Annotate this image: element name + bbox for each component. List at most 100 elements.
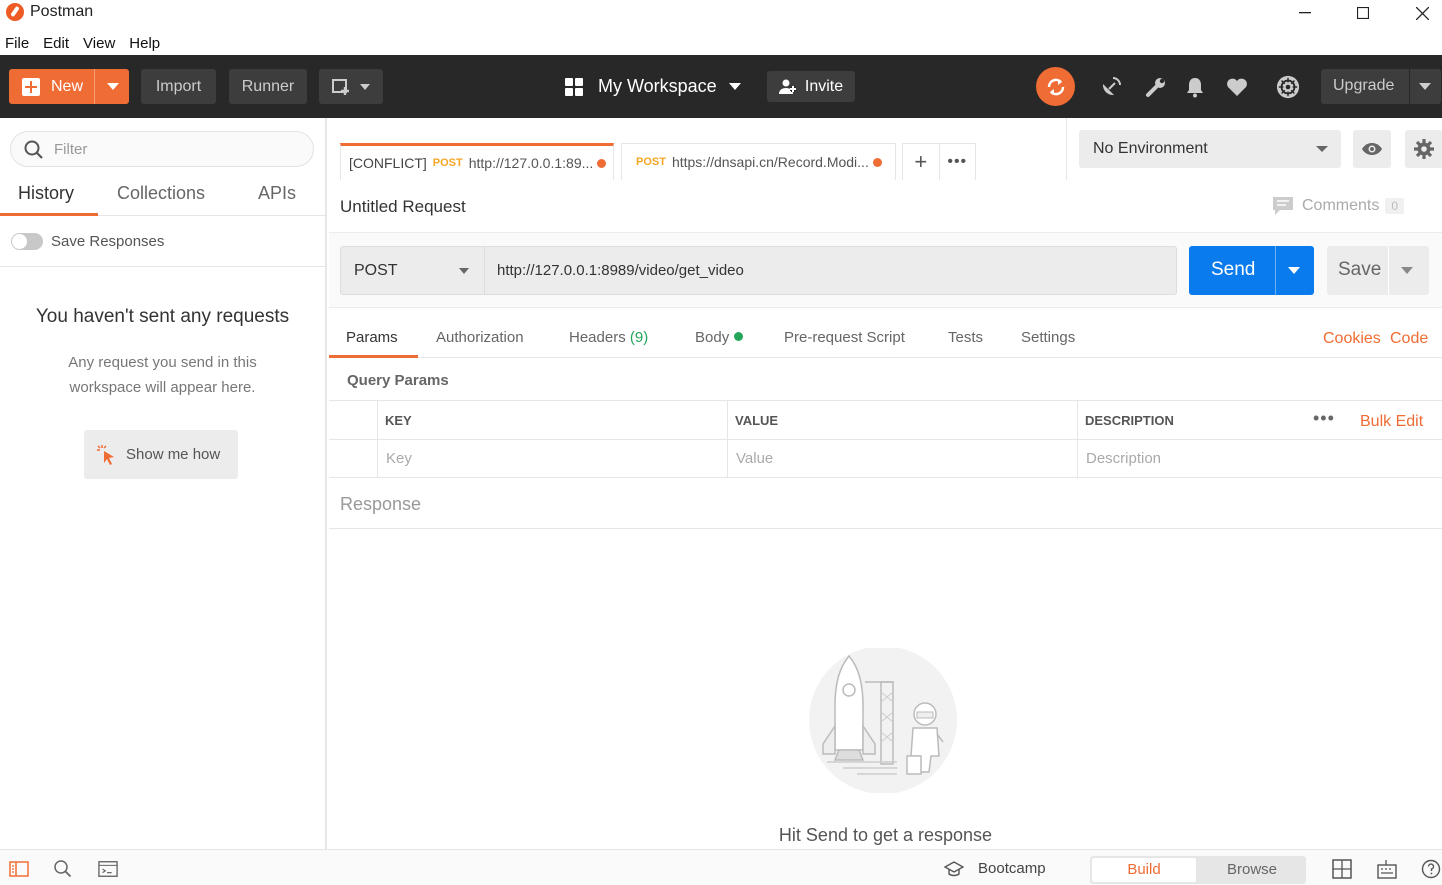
description-input[interactable]: Description: [1086, 450, 1161, 467]
help-icon[interactable]: [1421, 859, 1441, 879]
wrench-icon[interactable]: [1144, 75, 1168, 99]
response-empty-hint: Hit Send to get a response: [778, 825, 993, 845]
runner-button[interactable]: Runner: [229, 69, 307, 104]
rocket-astronaut-illustration: [809, 648, 957, 793]
bootcamp-button[interactable]: Bootcamp: [944, 860, 1046, 877]
body-status-dot-icon: [734, 332, 744, 341]
app-header: New Import Runner My Workspace Invite Up…: [0, 55, 1442, 118]
tab-authorization[interactable]: Authorization: [436, 329, 524, 346]
environment-select[interactable]: No Environment: [1079, 130, 1341, 168]
response-header: Response: [329, 478, 1442, 529]
new-window-button[interactable]: [319, 69, 383, 104]
value-input[interactable]: Value: [736, 450, 773, 467]
method-select[interactable]: POST: [340, 246, 485, 295]
filter-input[interactable]: Filter: [10, 131, 314, 167]
environment-quick-look-button[interactable]: [1353, 130, 1391, 168]
sync-icon[interactable]: [1036, 67, 1075, 106]
save-responses-toggle[interactable]: [11, 233, 43, 250]
tab-prerequest-script[interactable]: Pre-request Script: [784, 329, 905, 346]
title-bar: Postman: [0, 0, 1442, 28]
tab-params[interactable]: Params: [346, 329, 398, 346]
url-input[interactable]: http://127.0.0.1:8989/video/get_video: [484, 246, 1177, 295]
show-me-how-button[interactable]: Show me how: [84, 430, 238, 479]
tab-tests[interactable]: Tests: [948, 329, 983, 346]
request-tab-active[interactable]: [CONFLICT] POST http://127.0.0.1:89...: [340, 143, 614, 180]
tab-actions: + •••: [902, 143, 976, 180]
comment-icon: [1273, 197, 1293, 215]
response-label: Response: [340, 494, 422, 514]
chevron-down-icon: [1316, 146, 1328, 152]
sidebar-tabs: History Collections APIs: [0, 180, 325, 216]
send-button[interactable]: Send: [1189, 246, 1314, 295]
tab-history[interactable]: History: [18, 183, 74, 204]
avatar-icon[interactable]: [1276, 75, 1300, 99]
menu-view[interactable]: View: [78, 35, 120, 52]
save-responses-label: Save Responses: [51, 233, 165, 250]
upgrade-chevron-icon[interactable]: [1419, 83, 1431, 90]
save-dropdown-chevron-icon[interactable]: [1401, 267, 1413, 274]
keyboard-shortcuts-icon[interactable]: [1377, 859, 1397, 879]
maximize-icon[interactable]: [1334, 0, 1392, 26]
graduation-cap-icon: [944, 860, 964, 876]
chevron-down-icon: [459, 268, 469, 274]
status-bar: Bootcamp Build Browse: [0, 849, 1442, 885]
bulk-edit-link[interactable]: Bulk Edit: [1360, 413, 1423, 431]
code-link[interactable]: Code: [1390, 330, 1428, 348]
heart-icon[interactable]: [1225, 75, 1249, 99]
chevron-down-icon: [728, 83, 741, 90]
build-browse-toggle: Build Browse: [1090, 856, 1306, 884]
environment-bar: No Environment: [1067, 118, 1442, 180]
key-input[interactable]: Key: [386, 450, 412, 467]
request-title[interactable]: Untitled Request: [340, 197, 466, 217]
two-pane-view-icon[interactable]: [1332, 859, 1352, 879]
new-window-icon: [332, 78, 349, 95]
add-tab-icon[interactable]: +: [903, 144, 940, 180]
upgrade-button[interactable]: Upgrade: [1321, 69, 1441, 104]
bell-icon[interactable]: [1183, 75, 1207, 99]
menu-file[interactable]: File: [0, 35, 34, 52]
browse-mode-button[interactable]: Browse: [1200, 858, 1304, 882]
find-icon[interactable]: [53, 859, 73, 879]
invite-button[interactable]: Invite: [767, 71, 855, 102]
new-dropdown-chevron-icon[interactable]: [107, 83, 119, 90]
tab-settings[interactable]: Settings: [1021, 329, 1075, 346]
active-subtab-indicator: [329, 355, 418, 358]
comments-button[interactable]: Comments 0: [1272, 196, 1405, 216]
close-icon[interactable]: [1393, 0, 1442, 26]
workspace-grid-icon: [565, 77, 583, 96]
import-button[interactable]: Import: [141, 69, 216, 104]
add-user-icon: [778, 79, 796, 94]
more-tabs-icon[interactable]: •••: [940, 144, 976, 180]
new-button[interactable]: New: [9, 69, 129, 104]
active-tab-indicator: [0, 213, 98, 216]
more-options-icon[interactable]: •••: [1313, 408, 1335, 429]
column-header-value: VALUE: [735, 413, 779, 428]
search-icon: [24, 140, 43, 159]
toggle-sidebar-icon[interactable]: [9, 859, 29, 879]
send-dropdown-chevron-icon[interactable]: [1288, 267, 1300, 274]
tab-apis[interactable]: APIs: [258, 183, 296, 204]
tab-headers[interactable]: Headers (9): [569, 329, 648, 346]
interceptor-satellite-icon[interactable]: [1099, 75, 1123, 99]
column-header-description: DESCRIPTION: [1085, 413, 1174, 428]
save-button[interactable]: Save: [1327, 246, 1429, 295]
console-icon[interactable]: [98, 859, 118, 879]
tab-collections[interactable]: Collections: [117, 183, 205, 204]
manage-environments-button[interactable]: [1405, 130, 1442, 168]
sidebar: Filter History Collections APIs Save Res…: [0, 118, 327, 849]
cookies-link[interactable]: Cookies: [1323, 330, 1381, 348]
query-params-label: Query Params: [347, 372, 449, 389]
minimize-icon[interactable]: [1276, 0, 1334, 26]
request-tab[interactable]: POST https://dnsapi.cn/Record.Modi...: [621, 143, 896, 180]
menu-edit[interactable]: Edit: [38, 35, 74, 52]
column-header-key: KEY: [385, 413, 412, 428]
empty-state-title: You haven't sent any requests: [35, 306, 290, 327]
menu-help[interactable]: Help: [124, 35, 165, 52]
request-tabs-bar: [CONFLICT] POST http://127.0.0.1:89... P…: [329, 118, 1067, 180]
main-panel: [CONFLICT] POST http://127.0.0.1:89... P…: [329, 118, 1442, 849]
tab-body[interactable]: Body: [695, 329, 744, 346]
workspace-selector[interactable]: My Workspace: [565, 69, 741, 104]
build-mode-button[interactable]: Build: [1092, 858, 1196, 882]
request-subtabs: Params Authorization Headers (9) Body Pr…: [329, 308, 1442, 358]
unsaved-dot-icon: [872, 157, 882, 167]
